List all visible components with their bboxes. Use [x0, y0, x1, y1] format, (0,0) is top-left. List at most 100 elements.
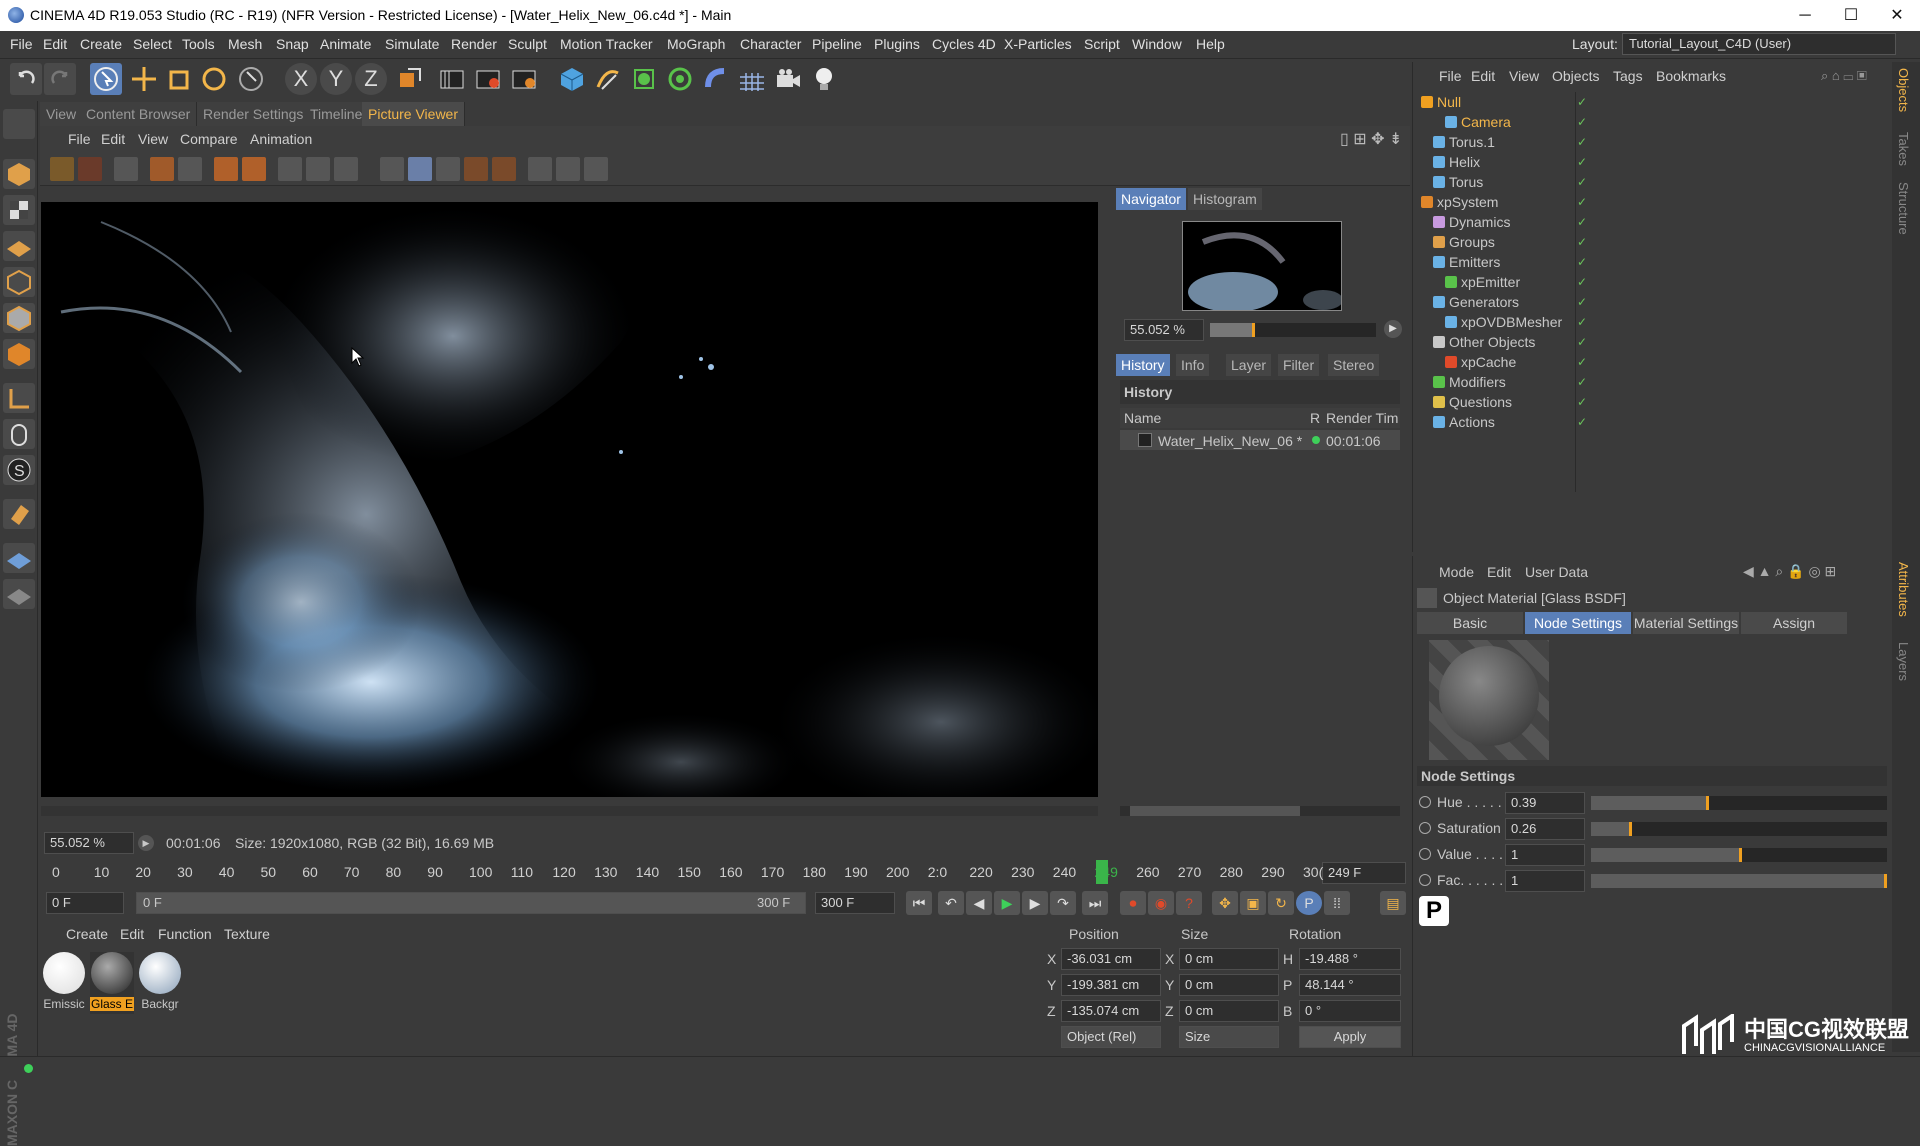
render-picture-viewer-icon[interactable]	[472, 63, 504, 95]
menu-mesh[interactable]: Mesh	[228, 36, 262, 52]
side-tab-objects[interactable]: Objects	[1896, 68, 1911, 112]
position-x-field[interactable]: -36.031 cm	[1061, 948, 1161, 970]
pv-menu-compare[interactable]: Compare	[180, 131, 238, 147]
undo-icon[interactable]	[10, 63, 42, 95]
size-y-field[interactable]: 0 cm	[1179, 974, 1279, 996]
menu-tools[interactable]: Tools	[182, 36, 215, 52]
coord-mode-select[interactable]: Object (Rel)	[1061, 1026, 1161, 1048]
split-vertical-icon[interactable]	[584, 157, 608, 181]
tab-content-browser[interactable]: Content Browser	[80, 102, 198, 126]
key-pla-icon[interactable]: ⁞⁞	[1324, 891, 1350, 915]
menu-motion-tracker[interactable]: Motion Tracker	[560, 36, 653, 52]
key-param-icon[interactable]: P	[1296, 891, 1322, 915]
render-image-viewport[interactable]	[41, 202, 1098, 797]
position-z-field[interactable]: -135.074 cm	[1061, 1000, 1161, 1022]
visibility-check-icon[interactable]: ✓	[1577, 95, 1587, 109]
object-row[interactable]: Emitters ✓	[1413, 252, 1891, 272]
pv-menu-edit[interactable]: Edit	[101, 131, 125, 147]
prev-key-icon[interactable]: ↶	[938, 891, 964, 915]
tab-navigator[interactable]: Navigator	[1116, 188, 1186, 210]
minimize-button[interactable]: ─	[1782, 0, 1828, 31]
apply-button[interactable]: Apply	[1299, 1026, 1401, 1048]
menu-plugins[interactable]: Plugins	[874, 36, 920, 52]
menu-script[interactable]: Script	[1084, 36, 1120, 52]
points-mode-icon[interactable]	[3, 267, 35, 297]
snapping-icon[interactable]: S	[3, 455, 35, 485]
size-z-field[interactable]: 0 cm	[1179, 1000, 1279, 1022]
panel-layout-icons[interactable]: ▯ ⊞ ✥ ⇟	[1340, 129, 1402, 149]
filter-icon[interactable]	[334, 157, 358, 181]
menu-character[interactable]: Character	[740, 36, 801, 52]
goto-start-icon[interactable]: ⏮	[906, 891, 932, 915]
layout-select[interactable]: Tutorial_Layout_C4D (User)	[1622, 33, 1896, 55]
attr-menu-mode[interactable]: Mode	[1439, 564, 1474, 580]
mat-menu-edit[interactable]: Edit	[120, 926, 144, 942]
object-row[interactable]: Torus.1 ✓	[1413, 132, 1891, 152]
param-slider[interactable]	[1591, 848, 1887, 862]
menu-render[interactable]: Render	[451, 36, 497, 52]
object-row[interactable]: xpCache ✓	[1413, 352, 1891, 372]
spline-pen-icon[interactable]	[592, 63, 624, 95]
tab-timeline[interactable]: Timeline	[304, 102, 370, 126]
visibility-check-icon[interactable]: ✓	[1577, 195, 1587, 209]
tab-layer[interactable]: Layer	[1226, 354, 1272, 376]
key-position-icon[interactable]: ✥	[1212, 891, 1238, 915]
attr-tab-basic[interactable]: Basic	[1417, 612, 1523, 634]
attr-nav-icons[interactable]: ◀ ▲ ⌕ 🔒 ◎ ⊞	[1743, 563, 1836, 580]
position-y-field[interactable]: -199.381 cm	[1061, 974, 1161, 996]
tab-filter[interactable]: Filter	[1278, 354, 1320, 376]
visibility-check-icon[interactable]: ✓	[1577, 115, 1587, 129]
timeline-layout-icon[interactable]: ▤	[1380, 891, 1406, 915]
floor-icon[interactable]	[736, 63, 768, 95]
menu-snap[interactable]: Snap	[276, 36, 309, 52]
camera-icon[interactable]	[772, 63, 804, 95]
visibility-check-icon[interactable]: ✓	[1577, 135, 1587, 149]
navigator-zoom-field[interactable]: 55.052 %	[1124, 319, 1204, 341]
visibility-check-icon[interactable]: ✓	[1577, 175, 1587, 189]
mat-menu-create[interactable]: Create	[66, 926, 108, 942]
object-row[interactable]: xpOVDBMesher ✓	[1413, 312, 1891, 332]
prev-frame-icon[interactable]: ◀	[966, 891, 992, 915]
obj-menu-bookmarks[interactable]: Bookmarks	[1656, 68, 1726, 84]
attr-tab-assign[interactable]: Assign	[1741, 612, 1847, 634]
rotate-tool-icon[interactable]	[198, 63, 230, 95]
mat-menu-texture[interactable]: Texture	[224, 926, 270, 942]
attr-menu-userdata[interactable]: User Data	[1525, 564, 1588, 580]
side-tab-takes[interactable]: Takes	[1896, 132, 1911, 166]
start-frame-field[interactable]: 0 F	[46, 892, 124, 914]
menu-pipeline[interactable]: Pipeline	[812, 36, 862, 52]
menu-select[interactable]: Select	[133, 36, 172, 52]
attr-menu-edit[interactable]: Edit	[1487, 564, 1511, 580]
menu-mograph[interactable]: MoGraph	[667, 36, 725, 52]
navigator-play-icon[interactable]: ▶	[1384, 320, 1402, 338]
key-rotation-icon[interactable]: ↻	[1268, 891, 1294, 915]
side-tab-structure[interactable]: Structure	[1896, 182, 1911, 235]
object-row[interactable]: xpSystem ✓	[1413, 192, 1891, 212]
status-zoom-field[interactable]: 55.052 %	[44, 832, 134, 854]
light-icon[interactable]	[808, 63, 840, 95]
tab-info[interactable]: Info	[1176, 354, 1210, 376]
set-b-icon[interactable]	[492, 157, 516, 181]
z-axis-button[interactable]: Z	[355, 63, 387, 95]
tab-render-settings[interactable]: Render Settings	[197, 102, 311, 126]
workplane-icon[interactable]	[3, 231, 35, 261]
material-background[interactable]: Backgr	[138, 952, 182, 1014]
visibility-check-icon[interactable]: ✓	[1577, 315, 1587, 329]
menu-xparticles[interactable]: X-Particles	[1004, 36, 1072, 52]
split-horizontal-icon[interactable]	[556, 157, 580, 181]
size-mode-select[interactable]: Size	[1179, 1026, 1279, 1048]
coordinate-system-icon[interactable]	[394, 63, 426, 95]
select-tool-icon[interactable]	[90, 63, 122, 95]
menu-edit[interactable]: Edit	[43, 36, 67, 52]
visibility-check-icon[interactable]: ✓	[1577, 395, 1587, 409]
menu-help[interactable]: Help	[1196, 36, 1225, 52]
key-scale-icon[interactable]: ▣	[1240, 891, 1266, 915]
search-icon[interactable]: ⌕ ⌂ ▭ ▣	[1821, 68, 1867, 84]
animate-radio-icon[interactable]	[1419, 796, 1431, 808]
next-key-icon[interactable]: ↷	[1050, 891, 1076, 915]
visibility-check-icon[interactable]: ✓	[1577, 155, 1587, 169]
scale-tool-icon[interactable]	[164, 63, 196, 95]
object-row[interactable]: Torus ✓	[1413, 172, 1891, 192]
pv-menu-view[interactable]: View	[138, 131, 168, 147]
y-axis-button[interactable]: Y	[320, 63, 352, 95]
